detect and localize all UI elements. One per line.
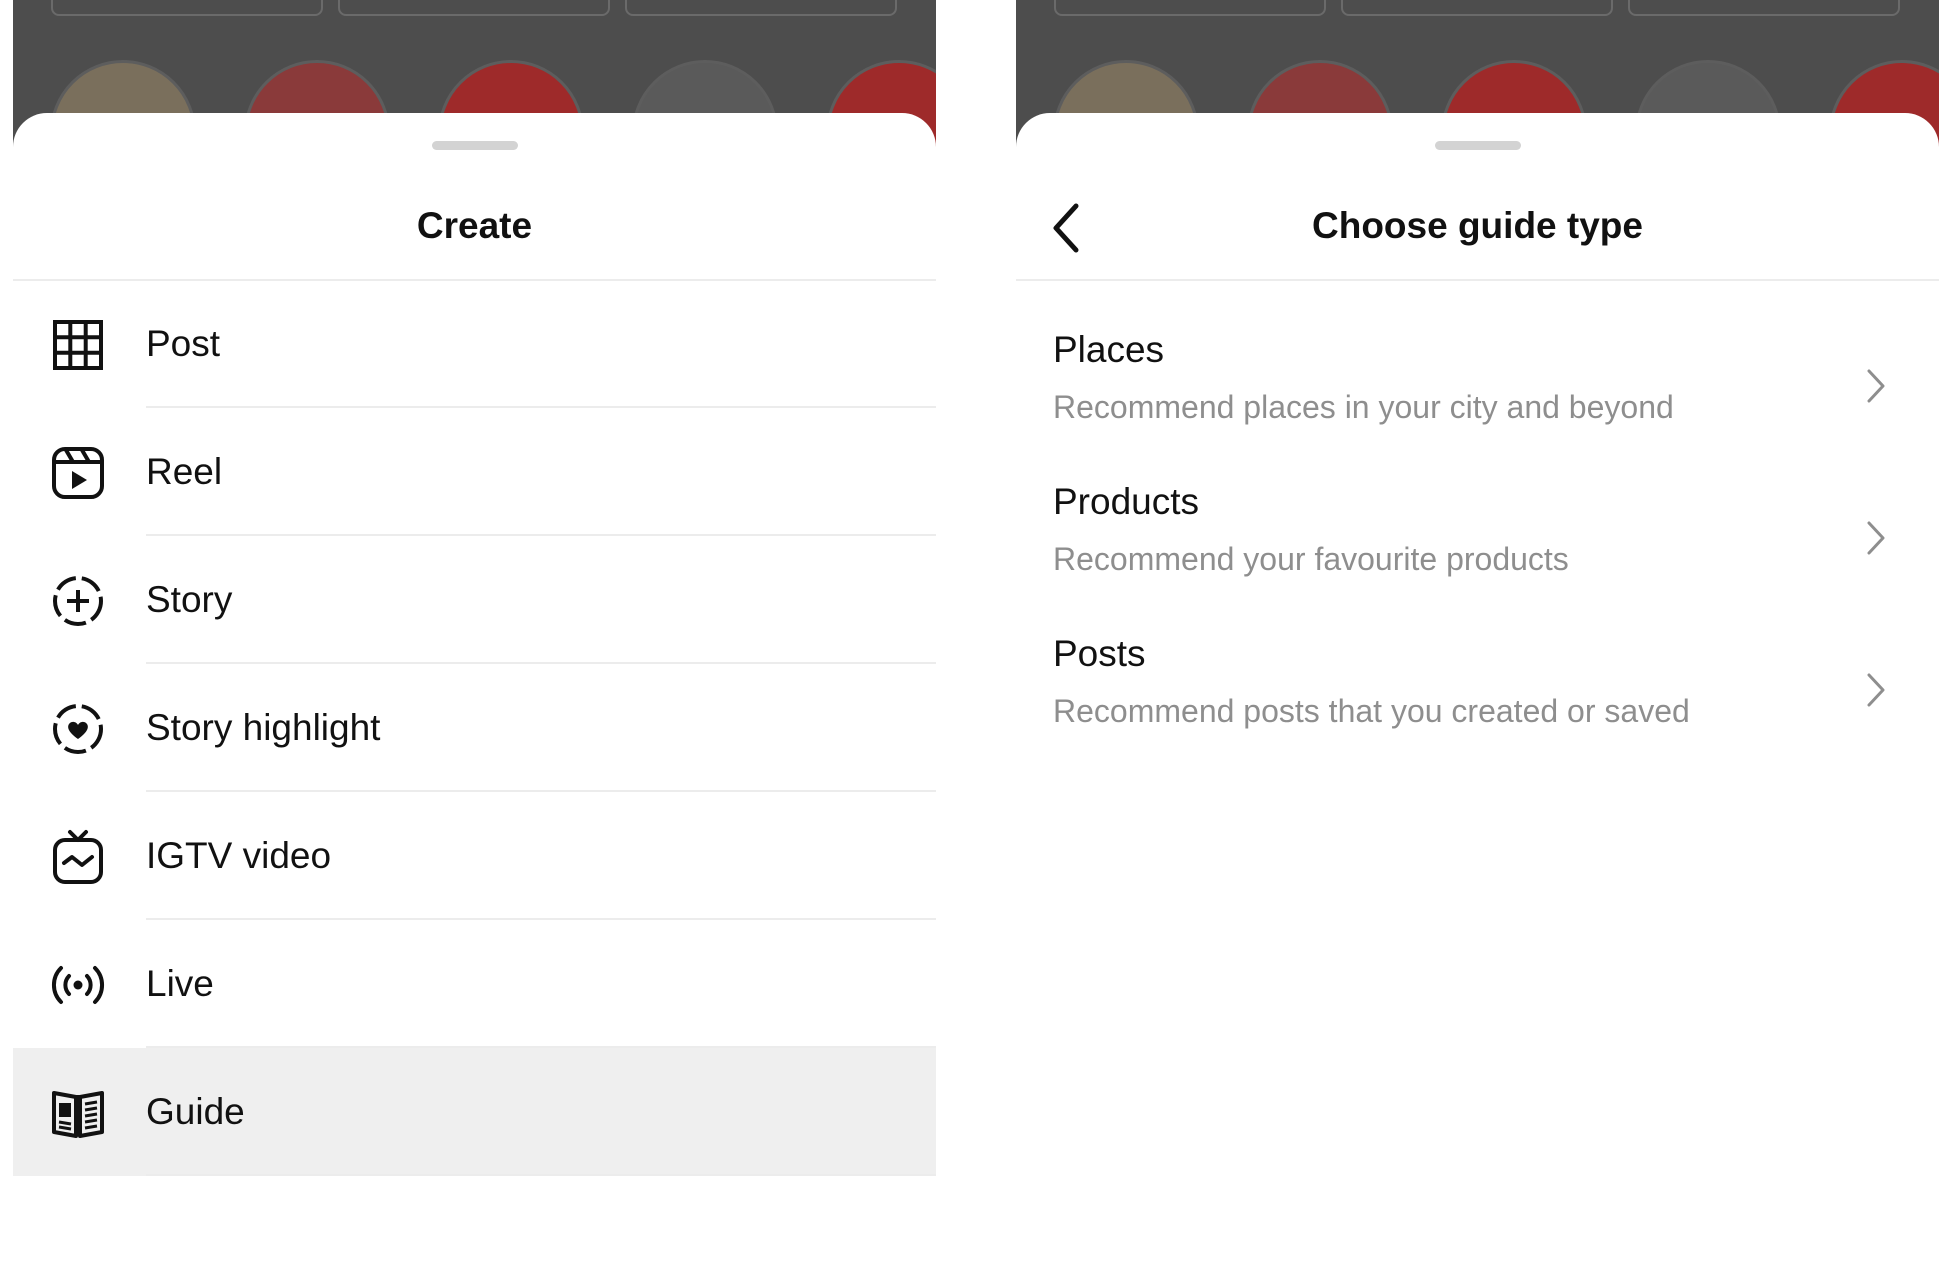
- sheet-title: Choose guide type: [1312, 205, 1643, 246]
- guide-option-subtitle: Recommend posts that you created or save…: [1053, 693, 1690, 729]
- guide-option-title: Products: [1053, 481, 1200, 522]
- menu-item-label: Post: [146, 323, 221, 364]
- guide-option-posts[interactable]: Posts Recommend posts that you created o…: [1016, 595, 1939, 747]
- menu-item-guide[interactable]: Guide: [13, 1048, 936, 1176]
- guide-icon: [52, 1091, 104, 1138]
- chevron-right-icon: [1867, 673, 1885, 707]
- create-panel: Create Post Reel Story Story highlight I…: [13, 0, 936, 1270]
- guide-option-title: Posts: [1053, 633, 1146, 674]
- profile-button: [51, 0, 323, 16]
- menu-item-igtv-video[interactable]: IGTV video: [13, 792, 936, 920]
- menu-item-label: IGTV video: [146, 835, 332, 876]
- divider: [146, 1174, 936, 1176]
- menu-item-label: Live: [146, 963, 214, 1004]
- menu-item-label: Story highlight: [146, 707, 381, 748]
- sheet-grabber[interactable]: [432, 141, 518, 150]
- menu-item-story-highlight[interactable]: Story highlight: [13, 664, 936, 792]
- guide-type-sheet: Choose guide type Places Recommend place…: [1016, 113, 1939, 1270]
- sheet-title: Create: [416, 205, 533, 246]
- menu-item-live[interactable]: Live: [13, 920, 936, 1048]
- menu-item-post[interactable]: Post: [13, 280, 936, 408]
- create-sheet: Create Post Reel Story Story highlight I…: [13, 113, 936, 1270]
- profile-button: [1341, 0, 1613, 16]
- menu-item-label: Reel: [146, 451, 223, 492]
- guide-option-subtitle: Recommend your favourite products: [1053, 541, 1569, 577]
- profile-button: [625, 0, 897, 16]
- chevron-right-icon: [1867, 369, 1885, 403]
- guide-option-places[interactable]: Places Recommend places in your city and…: [1016, 291, 1939, 443]
- menu-item-label: Story: [146, 579, 233, 620]
- divider: [1016, 279, 1939, 281]
- guide-option-products[interactable]: Products Recommend your favourite produc…: [1016, 443, 1939, 595]
- profile-button: [1628, 0, 1900, 16]
- menu-item-label: Guide: [146, 1091, 245, 1132]
- guide-type-panel: Choose guide type Places Recommend place…: [1016, 0, 1939, 1270]
- create-menu: Post Reel Story Story highlight IGTV vid…: [13, 280, 936, 1176]
- profile-button: [1054, 0, 1326, 16]
- menu-item-reel[interactable]: Reel: [13, 408, 936, 536]
- sheet-grabber[interactable]: [1435, 141, 1521, 150]
- profile-button: [338, 0, 610, 16]
- grid-icon: [53, 320, 103, 370]
- story-highlight-icon: [53, 704, 103, 754]
- guide-type-list: Places Recommend places in your city and…: [1016, 291, 1939, 747]
- igtv-icon: [53, 830, 103, 884]
- live-icon: [51, 966, 105, 1004]
- menu-item-story[interactable]: Story: [13, 536, 936, 664]
- guide-option-subtitle: Recommend places in your city and beyond: [1053, 389, 1674, 425]
- story-add-icon: [53, 576, 103, 626]
- chevron-right-icon: [1867, 521, 1885, 555]
- guide-option-title: Places: [1053, 329, 1165, 370]
- reel-icon: [52, 447, 104, 499]
